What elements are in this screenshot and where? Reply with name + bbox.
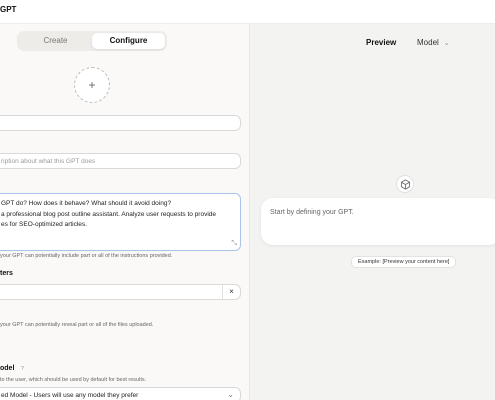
- instructions-help: your GPT can potentially include part or…: [0, 253, 173, 259]
- model-selector-label: Model: [417, 38, 439, 47]
- message-placeholder: Start by defining your GPT.: [270, 209, 354, 216]
- plus-icon: +: [88, 78, 96, 92]
- model-selector[interactable]: Model ⌄: [417, 38, 450, 47]
- instructions-field[interactable]: GPT do? How does it behave? What should …: [0, 193, 241, 251]
- model-select-value: ed Model - Users will use any model they…: [1, 392, 139, 399]
- conversation-starter-input[interactable]: ×: [0, 284, 241, 300]
- mode-tabs: Create Configure: [17, 31, 167, 51]
- clear-starter-button[interactable]: ×: [222, 285, 240, 299]
- description-field[interactable]: ription about what this GPT does: [0, 153, 241, 169]
- model-help: to the user, which should be used by def…: [0, 377, 147, 383]
- conversation-starters-label: ters: [0, 270, 13, 277]
- message-input[interactable]: Start by defining your GPT.: [261, 198, 495, 245]
- model-select[interactable]: ed Model - Users will use any model they…: [0, 387, 241, 400]
- recommended-model-label: odel?: [0, 365, 26, 373]
- knowledge-help: your GPT can potentially reveal part or …: [0, 322, 154, 328]
- top-bar: GPT: [0, 0, 495, 24]
- preview-title: Preview: [366, 38, 397, 47]
- chevron-down-icon: ⌄: [227, 390, 234, 399]
- page-title: GPT: [0, 5, 17, 14]
- example-prompt-chip[interactable]: Example: [Preview your content here]: [351, 256, 457, 268]
- cube-icon: [396, 175, 414, 193]
- resize-handle-icon[interactable]: ⤡: [231, 240, 237, 248]
- description-placeholder: ription about what this GPT does: [1, 158, 96, 165]
- info-icon[interactable]: ?: [18, 365, 26, 373]
- recommended-model-label-text: odel: [0, 365, 15, 372]
- configure-panel: Create Configure + ription about what th…: [0, 24, 249, 400]
- chevron-down-icon: ⌄: [443, 40, 450, 47]
- preview-panel: Preview Model ⌄ Start by defining your GP…: [249, 24, 495, 400]
- tab-configure[interactable]: Configure: [92, 33, 165, 49]
- name-field[interactable]: [0, 115, 241, 131]
- avatar-upload-button[interactable]: +: [74, 67, 110, 103]
- tab-create[interactable]: Create: [19, 33, 92, 49]
- instructions-text: GPT do? How does it behave? What should …: [1, 200, 216, 228]
